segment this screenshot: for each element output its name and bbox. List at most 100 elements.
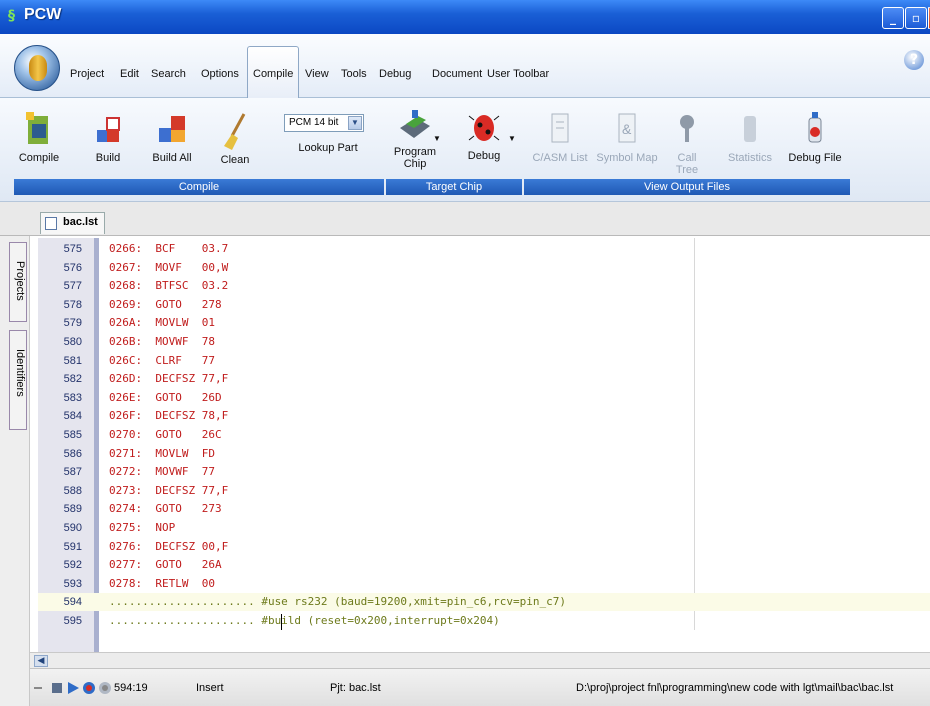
output-files-group-label: View Output Files xyxy=(524,179,850,195)
symbol-map-icon: & xyxy=(618,113,636,143)
scroll-left-icon[interactable]: ◀ xyxy=(34,655,48,667)
maximize-icon[interactable]: ▫ xyxy=(905,7,927,29)
menu-debug[interactable]: Debug xyxy=(379,68,411,80)
compile-icon xyxy=(26,112,48,144)
line-number: 577 xyxy=(63,280,82,293)
code-line[interactable]: 581 026C: CLRF 77 xyxy=(38,352,930,370)
code-line[interactable]: 585 0270: GOTO 26C xyxy=(38,426,930,444)
save-macro-icon[interactable] xyxy=(50,681,64,695)
menu-options[interactable]: Options xyxy=(201,68,239,80)
code-text: 026B: MOVWF 78 xyxy=(109,335,215,348)
debug-file-button[interactable]: Debug File xyxy=(787,110,843,164)
casm-list-button[interactable]: C/ASM List xyxy=(528,110,592,164)
build-all-icon xyxy=(159,116,185,142)
line-number: 583 xyxy=(63,391,82,404)
app-menu-button[interactable] xyxy=(14,45,60,91)
minimize-icon[interactable]: _ xyxy=(882,7,904,29)
chevron-down-icon[interactable]: ▼ xyxy=(348,116,362,130)
cursor-position: 594:19 xyxy=(114,682,148,694)
menu-user-toolbar[interactable]: User Toolbar xyxy=(487,68,549,80)
code-line[interactable]: 578 0269: GOTO 278 xyxy=(38,296,930,314)
edit-mode: Insert xyxy=(196,682,224,694)
code-line[interactable]: 583 026E: GOTO 26D xyxy=(38,389,930,407)
code-line[interactable]: 590 0275: NOP xyxy=(38,519,930,537)
code-text: 0271: MOVLW FD xyxy=(109,446,215,460)
help-icon[interactable]: ? xyxy=(904,50,924,70)
code-line[interactable]: 577 0268: BTFSC 03.2 xyxy=(38,277,930,295)
code-text: 026C: CLRF 77 xyxy=(109,353,215,367)
clean-button[interactable]: Clean xyxy=(216,112,254,166)
code-line[interactable]: 582 026D: DECFSZ 77,F xyxy=(38,370,930,388)
debug-button[interactable]: Debug ▼ xyxy=(462,108,516,162)
stop-macro-icon[interactable] xyxy=(98,681,112,695)
line-number: 580 xyxy=(63,336,82,348)
build-all-button[interactable]: Build All xyxy=(150,110,194,164)
line-number: 582 xyxy=(63,373,82,386)
menu-compile[interactable]: Compile xyxy=(247,46,300,98)
code-text: 026F: DECFSZ 78,F xyxy=(109,409,229,423)
tab-bac-lst[interactable]: bac.lst xyxy=(40,212,105,234)
debug-dropdown-icon[interactable]: ▼ xyxy=(508,134,516,143)
minimize-panel-icon[interactable] xyxy=(34,675,42,689)
code-line[interactable]: 589 0274: GOTO 273 xyxy=(38,500,930,518)
code-line[interactable]: 594 ...................... #use rs232 (ba… xyxy=(38,593,930,612)
part-family-select[interactable]: PCM 14 bit ▼ xyxy=(284,114,364,132)
status-bar: 594:19 Insert Pjt: bac.lst D:\proj\proje… xyxy=(30,668,930,706)
menu-document[interactable]: Document xyxy=(432,68,482,80)
call-tree-icon xyxy=(680,115,694,142)
code-line[interactable]: 591 0276: DECFSZ 00,F xyxy=(38,538,930,556)
code-line[interactable]: 580 026B: MOVWF 78 xyxy=(38,333,930,351)
code-text: 0268: BTFSC 03.2 xyxy=(109,279,229,293)
line-number: 584 xyxy=(63,410,82,423)
statistics-icon xyxy=(744,116,756,142)
code-line[interactable]: 588 0273: DECFSZ 77,F xyxy=(38,482,930,500)
horizontal-scrollbar[interactable]: ◀ xyxy=(30,652,930,668)
code-line[interactable]: 593 0278: RETLW 00 xyxy=(38,575,930,593)
code-line[interactable]: 575 0266: BCF 03.7 xyxy=(38,240,930,258)
menu-search[interactable]: Search xyxy=(151,68,186,80)
program-chip-button[interactable]: Program ▼ Chip xyxy=(392,108,441,170)
tab-projects[interactable]: Projects xyxy=(9,242,27,322)
program-dropdown-icon[interactable]: ▼ xyxy=(433,134,441,143)
record-macro-icon[interactable] xyxy=(82,681,96,695)
statistics-button[interactable]: Statistics xyxy=(725,110,775,164)
code-line[interactable]: 579 026A: MOVLW 01 xyxy=(38,314,930,332)
code-line[interactable]: 587 0272: MOVWF 77 xyxy=(38,463,930,481)
code-line[interactable]: 576 0267: MOVF 00,W xyxy=(38,259,930,277)
menu-tools[interactable]: Tools xyxy=(341,68,367,80)
line-number: 581 xyxy=(63,354,82,367)
code-text: 0277: GOTO 26A xyxy=(109,558,222,572)
line-number: 595 xyxy=(63,615,82,627)
code-line[interactable]: 584 026F: DECFSZ 78,F xyxy=(38,407,930,425)
build-icon xyxy=(97,117,120,142)
code-text: 0273: DECFSZ 77,F xyxy=(109,483,229,497)
line-number: 586 xyxy=(63,447,82,460)
symbol-map-button[interactable]: & Symbol Map xyxy=(594,110,660,164)
build-button[interactable]: Build xyxy=(90,110,126,164)
code-line[interactable]: 595 ...................... #build (reset=… xyxy=(38,612,930,630)
line-number: 578 xyxy=(63,298,82,311)
tab-identifiers[interactable]: Identifiers xyxy=(9,330,27,430)
play-macro-icon[interactable] xyxy=(66,681,80,695)
broom-icon xyxy=(224,113,246,150)
line-number: 576 xyxy=(63,261,82,274)
code-line[interactable]: 592 0277: GOTO 26A xyxy=(38,556,930,574)
code-text: ...................... #use rs232 (baud=… xyxy=(109,595,566,609)
menu-project[interactable]: Project xyxy=(70,68,104,80)
document-icon xyxy=(45,217,57,230)
compile-button[interactable]: Compile xyxy=(18,110,60,164)
menu-view[interactable]: View xyxy=(305,68,329,80)
menu-edit[interactable]: Edit xyxy=(120,68,139,80)
menu-bar xyxy=(0,34,930,98)
code-line[interactable]: 586 0271: MOVLW FD xyxy=(38,445,930,463)
code-text: 0275: NOP xyxy=(109,521,176,534)
code-text: 026E: GOTO 26D xyxy=(109,390,222,404)
code-text: 0269: GOTO 278 xyxy=(109,297,222,311)
line-number: 591 xyxy=(63,540,82,553)
call-tree-button[interactable]: Call Tree xyxy=(665,110,709,176)
title-bar: § PCW _ ▫ xyxy=(0,0,930,34)
lookup-part-button[interactable]: Lookup Part xyxy=(298,142,358,154)
code-text: 0267: MOVF 00,W xyxy=(109,260,229,274)
line-number: 593 xyxy=(63,577,82,590)
line-number: 579 xyxy=(63,317,82,330)
